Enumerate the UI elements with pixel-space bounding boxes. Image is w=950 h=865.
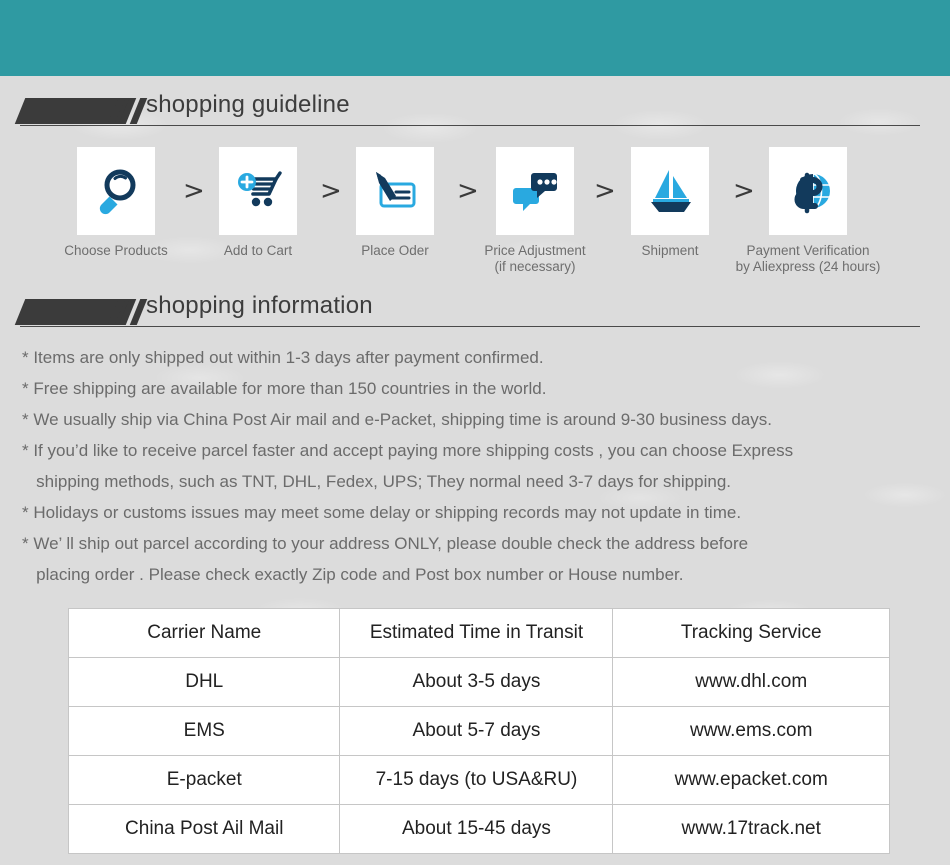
guideline-steps: Choose Products > Add to Cart > Place Od… [0,140,950,275]
table-cell-tracking[interactable]: www.17track.net [612,804,890,854]
bullet-line: shipping methods, such as TNT, DHL, Fede… [22,472,732,491]
table-header-cell: Carrier Name [67,608,341,658]
step-label: Price Adjustment (if necessary) [484,243,586,274]
step-price-adjustment[interactable]: Price Adjustment (if necessary) [460,140,610,275]
chat-bubbles-icon [513,173,557,211]
guideline-heading-text: shopping guideline [146,91,350,118]
dollar-globe-icon [794,172,830,214]
step-place-order[interactable]: Place Oder [320,140,470,259]
table-header-cell: Estimated Time in Transit [339,608,614,658]
table-row: E-packet 7-15 days (to USA&RU) www.epack… [67,755,890,805]
table-header-row: Carrier Name Estimated Time in Transit T… [67,608,890,658]
pen-check-icon [376,172,416,208]
information-bullets: * Items are only shipped out within 1-3 … [22,342,932,590]
table-cell-tracking[interactable]: www.ems.com [612,706,890,756]
top-banner [0,0,950,76]
header-divider-line [20,125,920,126]
sailboat-icon [651,170,691,212]
step-choose-products[interactable]: Choose Products [41,140,191,259]
table-cell-carrier: DHL [67,657,341,707]
step-shipment[interactable]: Shipment [595,140,745,259]
bullet-line: * If you’d like to receive parcel faster… [22,441,794,460]
step-payment-verification[interactable]: Payment Verification by Aliexpress (24 h… [733,140,883,275]
bullet-line: * Items are only shipped out within 1-3 … [22,348,544,367]
table-cell-carrier: EMS [67,706,341,756]
table-cell-carrier: E-packet [67,755,341,805]
section-header-information: shopping information [0,292,950,337]
step-add-to-cart[interactable]: Add to Cart [183,140,333,259]
step-label: Payment Verification by Aliexpress (24 h… [735,243,881,274]
step-icon-box [769,147,847,235]
table-row: China Post Ail Mail About 15-45 days www… [67,804,890,854]
table-row: EMS About 5-7 days www.ems.com [67,706,890,756]
bullet-line: * We usually ship via China Post Air mai… [22,410,772,429]
step-icon-box [77,147,155,235]
table-cell-transit: About 15-45 days [339,804,614,854]
step-label: Add to Cart [223,243,293,258]
step-icon-box [631,147,709,235]
table-cell-tracking[interactable]: www.epacket.com [612,755,890,805]
page-root: shopping guideline Choose Products > Add… [0,0,950,865]
table-cell-transit: About 5-7 days [339,706,614,756]
step-icon-box [356,147,434,235]
information-heading-text: shopping information [146,292,373,319]
bullet-line: * Free shipping are available for more t… [22,379,547,398]
step-icon-box [496,147,574,235]
table-cell-transit: 7-15 days (to USA&RU) [339,755,614,805]
table-row: DHL About 3-5 days www.dhl.com [67,657,890,707]
magnifier-icon [99,169,136,215]
table-cell-tracking[interactable]: www.dhl.com [612,657,890,707]
header-divider-line [20,326,920,327]
table-cell-carrier: China Post Ail Mail [67,804,341,854]
bullet-line: placing order . Please check exactly Zip… [22,565,684,584]
table-cell-transit: About 3-5 days [339,657,614,707]
step-label: Shipment [641,243,699,258]
section-header-guideline: shopping guideline [0,91,950,136]
step-label: Place Oder [361,243,429,258]
step-icon-box [219,147,297,235]
step-label: Choose Products [64,243,168,258]
add-to-cart-icon [238,171,282,207]
bullet-line: * We’ ll ship out parcel according to yo… [22,534,749,553]
carrier-table: Carrier Name Estimated Time in Transit T… [67,608,890,854]
bullet-line: * Holidays or customs issues may meet so… [22,503,742,522]
table-header-cell: Tracking Service [612,608,890,658]
